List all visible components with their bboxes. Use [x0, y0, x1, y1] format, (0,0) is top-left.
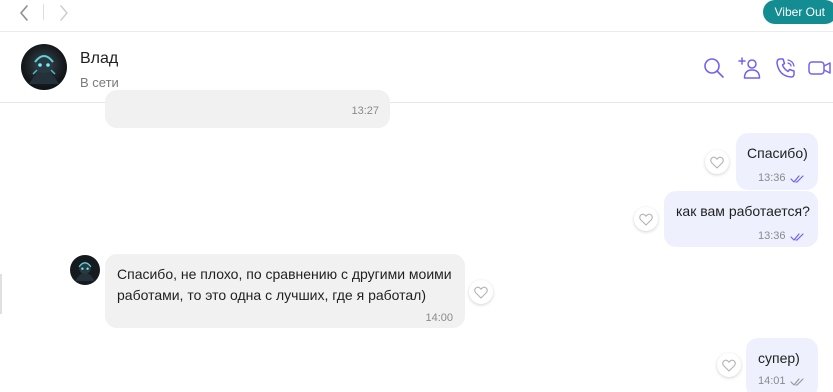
scroll-indicator[interactable]: [0, 274, 2, 314]
like-button[interactable]: [634, 207, 658, 231]
message-text: как вам работается?: [676, 203, 810, 219]
contact-status: В сети: [80, 75, 119, 90]
message-text: Спасибо, не плохо, по сравнению с другим…: [117, 264, 452, 306]
message-time: 14:00: [425, 312, 453, 324]
back-button[interactable]: [12, 2, 36, 24]
message-time: 13:36: [758, 230, 786, 242]
messages-area[interactable]: 13:27 Спасибо) 13:36 как вам работается?…: [0, 90, 833, 392]
read-double-check-icon: [789, 232, 804, 241]
read-double-check-icon: [789, 174, 804, 183]
search-icon: [704, 58, 724, 78]
add-participant-button[interactable]: [737, 55, 763, 81]
like-button[interactable]: [705, 150, 729, 174]
heart-icon: [639, 213, 653, 226]
heart-icon: [474, 286, 488, 299]
message-bubble-outgoing[interactable]: Спасибо) 13:36: [736, 133, 818, 190]
video-call-icon: [808, 61, 831, 75]
like-button[interactable]: [469, 280, 493, 304]
message-bubble-outgoing[interactable]: супер) 14:01: [746, 338, 818, 392]
message-line: Спасибо, не плохо, по сравнению с другим…: [117, 266, 452, 282]
forward-button[interactable]: [52, 2, 76, 24]
heart-icon: [710, 156, 724, 169]
nav-divider: [43, 4, 44, 20]
video-call-button[interactable]: [807, 55, 833, 81]
message-text: супер): [758, 350, 800, 366]
message-bubble-outgoing[interactable]: как вам работается? 13:36: [664, 191, 818, 247]
delivered-double-check-icon: [789, 377, 804, 386]
message-time: 14:01: [758, 375, 786, 387]
search-button[interactable]: [701, 55, 727, 81]
viber-chat-window: Viber Out Влад В сети 13:27 Спасибо) 13:…: [0, 0, 833, 392]
heart-icon: [722, 359, 736, 372]
add-participant-icon: [738, 57, 761, 79]
message-bubble-incoming[interactable]: Спасибо, не плохо, по сравнению с другим…: [105, 254, 465, 328]
message-time: 13:27: [351, 105, 379, 117]
message-time: 13:36: [758, 172, 786, 184]
like-button[interactable]: [717, 353, 741, 377]
contact-avatar[interactable]: [21, 44, 67, 90]
contact-name[interactable]: Влад: [80, 50, 118, 68]
message-text: Спасибо): [747, 145, 808, 161]
chevron-right-icon: [60, 5, 68, 21]
chevron-left-icon: [20, 5, 28, 21]
sender-avatar[interactable]: [70, 255, 100, 285]
message-line: работами, то это одна с лучших, где я ра…: [117, 287, 427, 303]
call-button[interactable]: [773, 55, 799, 81]
viber-out-button[interactable]: Viber Out: [762, 0, 833, 24]
call-icon: [776, 58, 795, 78]
top-navigation-bar: Viber Out: [0, 0, 833, 32]
message-bubble-incoming[interactable]: 13:27: [105, 90, 390, 128]
